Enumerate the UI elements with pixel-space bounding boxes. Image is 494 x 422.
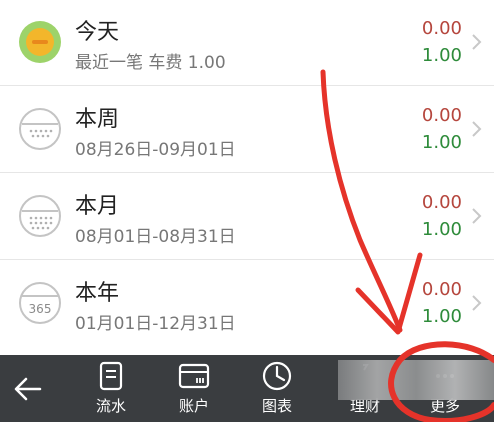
list-item-week[interactable]: 本周 08月26日-09月01日 0.00 1.00 bbox=[0, 87, 494, 173]
tab-flow[interactable]: 流水 bbox=[76, 361, 146, 421]
row-title: 本月 bbox=[75, 194, 120, 219]
list-item-today[interactable]: 今天 最近一笔 车费 1.00 0.00 1.00 bbox=[0, 0, 494, 86]
clock-chart-icon bbox=[262, 361, 292, 391]
row-title: 本年 bbox=[75, 281, 120, 306]
tab-label: 流水 bbox=[95, 397, 126, 415]
chevron-right-icon bbox=[470, 32, 484, 52]
back-arrow-icon[interactable] bbox=[12, 373, 44, 405]
blurred-region bbox=[338, 360, 494, 400]
income-amount: 1.00 bbox=[421, 219, 462, 240]
calendar-365-text: 365 bbox=[29, 302, 52, 316]
tab-label: 账户 bbox=[178, 397, 209, 415]
chevron-right-icon bbox=[470, 206, 484, 226]
expense-amount: 0.00 bbox=[421, 18, 462, 39]
tab-account[interactable]: 账户 bbox=[159, 361, 229, 421]
chevron-right-icon bbox=[470, 119, 484, 139]
income-amount: 1.00 bbox=[421, 132, 462, 153]
row-title: 今天 bbox=[75, 20, 120, 45]
row-title: 本周 bbox=[75, 107, 120, 132]
income-amount: 1.00 bbox=[421, 306, 462, 327]
list-item-month[interactable]: 本月 08月01日-08月31日 0.00 1.00 bbox=[0, 174, 494, 260]
calendar-icon bbox=[18, 194, 62, 238]
wallet-icon bbox=[178, 363, 210, 389]
row-subtitle: 01月01日-12月31日 bbox=[75, 314, 236, 334]
tab-label: 图表 bbox=[261, 397, 292, 415]
chevron-right-icon bbox=[470, 293, 484, 313]
income-amount: 1.00 bbox=[421, 45, 462, 66]
bottom-toolbar: 流水 账户 图表 理财 更多 bbox=[0, 355, 494, 422]
document-icon bbox=[99, 361, 123, 391]
row-subtitle: 08月01日-08月31日 bbox=[75, 227, 236, 247]
calendar-icon bbox=[18, 107, 62, 151]
row-subtitle: 08月26日-09月01日 bbox=[75, 140, 236, 160]
expense-amount: 0.00 bbox=[421, 105, 462, 126]
summary-list: 今天 最近一笔 车费 1.00 0.00 1.00 本周 08月26日-09月0… bbox=[0, 0, 494, 355]
row-subtitle: 最近一笔 车费 1.00 bbox=[75, 53, 226, 73]
list-item-year[interactable]: 365 本年 01月01日-12月31日 0.00 1.00 bbox=[0, 261, 494, 355]
sun-icon bbox=[18, 20, 62, 64]
tab-chart[interactable]: 图表 bbox=[242, 361, 312, 421]
expense-amount: 0.00 bbox=[421, 192, 462, 213]
calendar-365-icon: 365 bbox=[18, 281, 62, 325]
expense-amount: 0.00 bbox=[421, 279, 462, 300]
